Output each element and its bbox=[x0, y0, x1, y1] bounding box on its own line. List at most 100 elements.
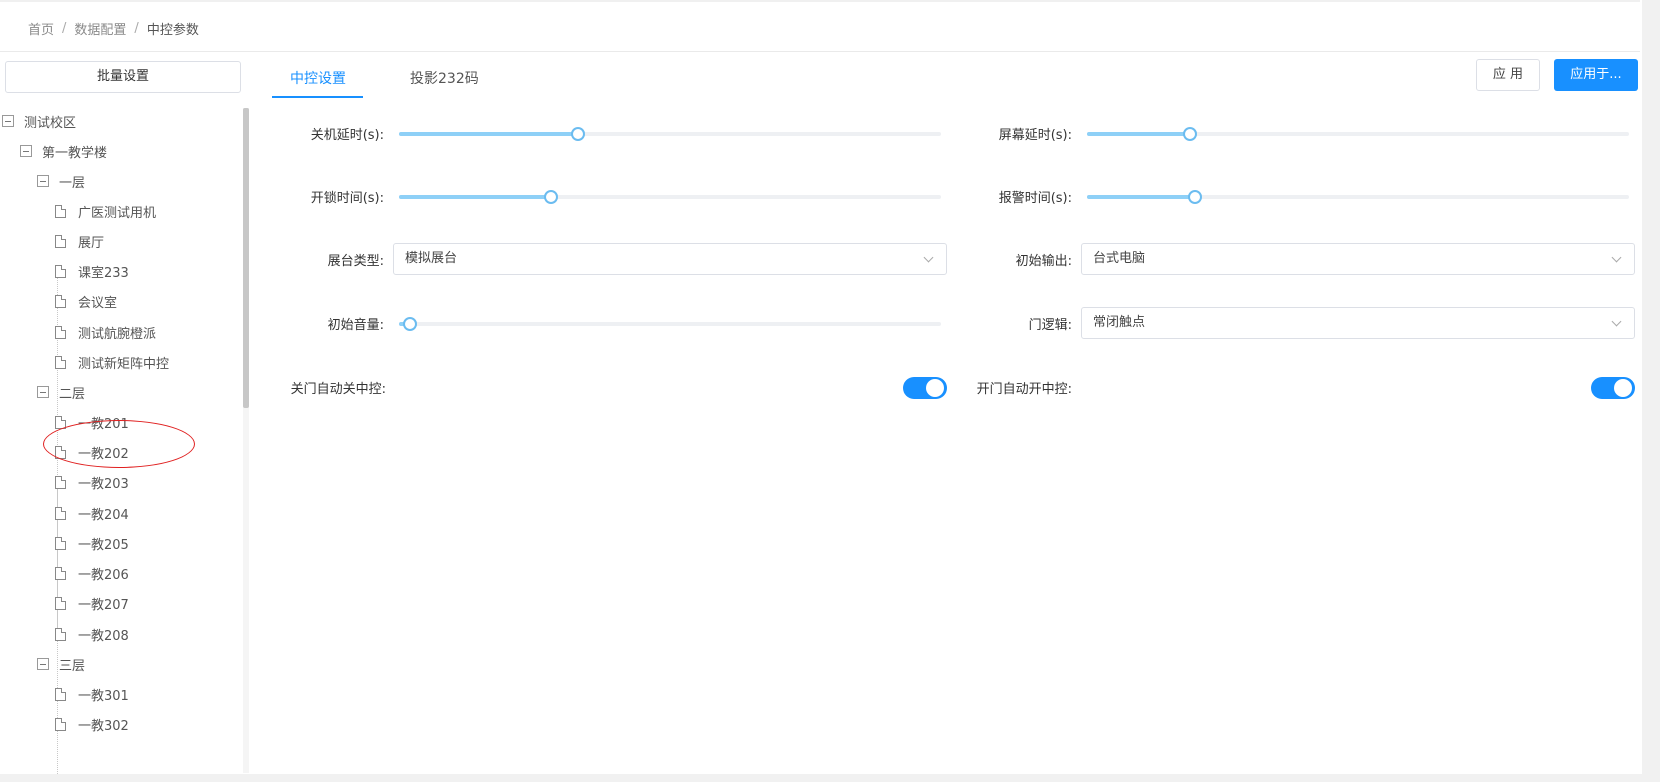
tree-node-label: 一教301 bbox=[78, 688, 129, 704]
file-icon bbox=[55, 294, 66, 308]
batch-settings-button[interactable]: 批量设置 bbox=[5, 61, 241, 93]
tree-node-room[interactable]: 一教203 bbox=[55, 471, 129, 493]
tree-node-room[interactable]: 测试新矩阵中控 bbox=[55, 351, 169, 373]
tree-node-floor-1[interactable]: 一层 bbox=[37, 170, 85, 192]
tree-node-room[interactable]: 测试航腕橙派 bbox=[55, 321, 156, 343]
close-door-auto-off-switch[interactable] bbox=[903, 377, 947, 399]
file-icon bbox=[55, 596, 66, 610]
collapse-icon[interactable] bbox=[37, 175, 49, 187]
tree-node-label: 第一教学楼 bbox=[42, 145, 108, 161]
tree-node-label: 二层 bbox=[59, 386, 86, 402]
tree-node-campus[interactable]: 测试校区 bbox=[2, 110, 76, 132]
page-horizontal-scrollbar[interactable] bbox=[0, 774, 1642, 782]
file-icon bbox=[55, 536, 66, 550]
screen-delay-label: 屏幕延时(s): bbox=[998, 128, 1072, 143]
tree-node-label: 一层 bbox=[59, 175, 86, 191]
file-icon bbox=[55, 717, 66, 731]
screen-delay-slider[interactable] bbox=[1087, 127, 1629, 141]
tree-node-floor-3[interactable]: 三层 bbox=[37, 653, 85, 675]
top-bar: 首页 / 数据配置 / 中控参数 bbox=[0, 0, 1640, 52]
select-value: 台式电脑 bbox=[1093, 251, 1146, 266]
shutdown-delay-slider[interactable] bbox=[399, 127, 941, 141]
breadcrumb: 首页 / 数据配置 / 中控参数 bbox=[28, 19, 199, 38]
platform-type-select[interactable]: 模拟展台 bbox=[393, 243, 947, 275]
tree-node-floor-2[interactable]: 二层 bbox=[37, 381, 85, 403]
tree-node-room[interactable]: 展厅 bbox=[55, 230, 104, 252]
tree-node-room[interactable]: 广医测试用机 bbox=[55, 200, 156, 222]
breadcrumb-separator: / bbox=[134, 21, 139, 36]
tab-control-settings[interactable]: 中控设置 bbox=[272, 62, 363, 98]
tree-node-label: 一教206 bbox=[78, 567, 129, 583]
tree-node-label: 一教204 bbox=[78, 507, 129, 523]
collapse-icon[interactable] bbox=[37, 658, 49, 670]
tree-scrollbar-thumb[interactable] bbox=[243, 108, 249, 408]
shutdown-delay-label: 关机延时(s): bbox=[310, 128, 384, 143]
collapse-icon[interactable] bbox=[2, 115, 14, 127]
slider-fill bbox=[399, 195, 551, 199]
initial-output-select[interactable]: 台式电脑 bbox=[1081, 243, 1635, 275]
tree-node-label: 一教302 bbox=[78, 718, 129, 734]
initial-output-label: 初始输出: bbox=[1015, 254, 1072, 269]
close-door-auto-off-label: 关门自动关中控: bbox=[290, 382, 386, 397]
tree-node-room[interactable]: 一教207 bbox=[55, 592, 129, 614]
door-logic-select[interactable]: 常闭触点 bbox=[1081, 307, 1635, 339]
slider-thumb[interactable] bbox=[570, 127, 585, 141]
file-icon bbox=[55, 627, 66, 641]
collapse-icon[interactable] bbox=[20, 145, 32, 157]
tab-projector-232[interactable]: 投影232码 bbox=[393, 62, 496, 98]
breadcrumb-data-config[interactable]: 数据配置 bbox=[74, 19, 126, 38]
sidebar: 批量设置 测试校区 第一教学楼 一层 广医测试用机 展厅 课室233 会议室 测… bbox=[0, 52, 250, 774]
breadcrumb-home[interactable]: 首页 bbox=[28, 19, 54, 38]
open-door-auto-on-switch[interactable] bbox=[1591, 377, 1635, 399]
tree-node-label: 一教203 bbox=[78, 476, 129, 492]
alarm-time-slider[interactable] bbox=[1087, 190, 1629, 204]
breadcrumb-separator: / bbox=[62, 21, 67, 36]
tree-node-room[interactable]: 一教302 bbox=[55, 713, 129, 735]
page-vertical-scrollbar[interactable] bbox=[1642, 0, 1660, 782]
chevron-down-icon bbox=[1611, 316, 1622, 327]
tree-node-label: 课室233 bbox=[78, 265, 129, 281]
tree-node-label: 会议室 bbox=[78, 295, 118, 311]
tree-node-room[interactable]: 一教206 bbox=[55, 562, 129, 584]
tree-node-building[interactable]: 第一教学楼 bbox=[20, 140, 107, 162]
tree-node-room[interactable]: 一教205 bbox=[55, 532, 129, 554]
apply-button[interactable]: 应 用 bbox=[1476, 59, 1540, 91]
unlock-time-slider[interactable] bbox=[399, 190, 941, 204]
initial-volume-slider[interactable] bbox=[399, 317, 941, 331]
slider-thumb[interactable] bbox=[1182, 127, 1197, 141]
tree-node-label: 展厅 bbox=[78, 235, 105, 251]
slider-thumb[interactable] bbox=[543, 190, 558, 204]
file-icon bbox=[55, 325, 66, 339]
switch-knob bbox=[926, 379, 944, 397]
tree-node-label: 广医测试用机 bbox=[78, 205, 157, 221]
file-icon bbox=[55, 687, 66, 701]
tree-node-label: 测试新矩阵中控 bbox=[78, 356, 170, 372]
tree-node-room[interactable]: 课室233 bbox=[55, 260, 129, 282]
apply-to-button[interactable]: 应用于... bbox=[1554, 59, 1638, 91]
breadcrumb-current: 中控参数 bbox=[146, 23, 199, 38]
select-value: 常闭触点 bbox=[1093, 315, 1146, 330]
file-icon bbox=[55, 234, 66, 248]
tree-node-label: 一教205 bbox=[78, 537, 129, 553]
file-icon bbox=[55, 204, 66, 218]
tree-node-label: 三层 bbox=[59, 658, 86, 674]
initial-volume-label: 初始音量: bbox=[327, 318, 384, 333]
page: 首页 / 数据配置 / 中控参数 批量设置 测试校区 第一教学楼 一层 广医测试… bbox=[0, 0, 1660, 782]
chevron-down-icon bbox=[1611, 252, 1622, 263]
collapse-icon[interactable] bbox=[37, 386, 49, 398]
platform-type-label: 展台类型: bbox=[327, 254, 384, 269]
select-value: 模拟展台 bbox=[405, 251, 458, 266]
main-panel: 中控设置 投影232码 应 用 应用于... 关机延时(s): 屏幕延时(s):… bbox=[262, 52, 1642, 774]
slider-thumb[interactable] bbox=[1188, 190, 1203, 204]
slider-fill bbox=[399, 132, 578, 136]
tree-node-label: 一教207 bbox=[78, 597, 129, 613]
tree-node-room[interactable]: 一教301 bbox=[55, 683, 129, 705]
tree-node-room[interactable]: 一教208 bbox=[55, 623, 129, 645]
door-logic-label: 门逻辑: bbox=[1028, 318, 1072, 333]
tree-node-room[interactable]: 会议室 bbox=[55, 290, 117, 312]
slider-thumb[interactable] bbox=[402, 317, 417, 331]
tree-node-label: 测试校区 bbox=[24, 115, 77, 131]
tree-node-room[interactable]: 一教204 bbox=[55, 502, 129, 524]
slider-fill bbox=[1087, 195, 1196, 199]
tree-scrollbar[interactable] bbox=[243, 108, 249, 773]
